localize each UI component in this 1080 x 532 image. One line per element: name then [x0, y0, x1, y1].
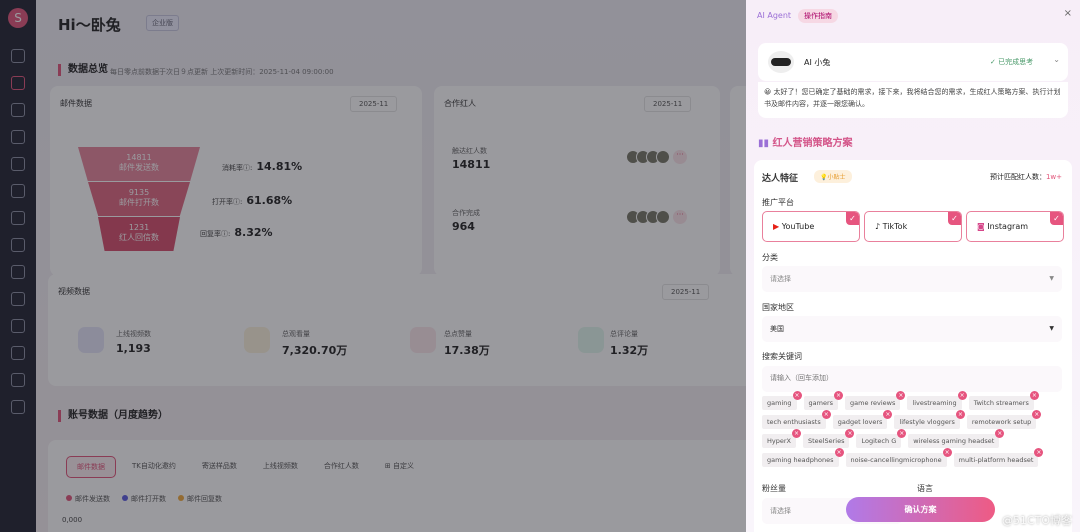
platform-youtube[interactable]: ▶ YouTube ✓: [762, 211, 860, 242]
robot-avatar: [768, 51, 794, 73]
keyword-tag: lifestyle vloggers ×: [894, 410, 965, 429]
chevron-down-icon[interactable]: ⌄: [1053, 55, 1060, 64]
remove-tag-icon[interactable]: ×: [995, 429, 1005, 438]
keyword-tag: gaming headphones ×: [762, 448, 844, 467]
followers-label: 粉丝量: [762, 484, 786, 493]
remove-tag-icon[interactable]: ×: [897, 429, 907, 438]
keyword-tag: remotework setup ×: [966, 410, 1042, 429]
remove-tag-icon[interactable]: ×: [957, 391, 967, 400]
keyword-tag: game reviews ×: [845, 391, 906, 410]
keyword-tag: SteelSeries ×: [803, 429, 855, 448]
platform-label: 推广平台: [762, 198, 794, 207]
platform-tiktok[interactable]: ♪ TikTok ✓: [864, 211, 962, 242]
watermark: @51CTO博客: [1001, 514, 1072, 527]
ai-agent-panel: AI Agent 操作指南 × AI 小兔 ✓ 已完成思考 ⌄ 😀 太好了！您已…: [746, 0, 1080, 532]
keyword-tag: multi-platform headset ×: [953, 448, 1044, 467]
language-label: 语言: [917, 484, 933, 493]
keyword-input[interactable]: [762, 366, 1062, 392]
remove-tag-icon[interactable]: ×: [792, 429, 801, 438]
remove-tag-icon[interactable]: ×: [1032, 410, 1042, 419]
remove-tag-icon[interactable]: ×: [834, 448, 844, 457]
keyword-tag: Twitch streamers ×: [968, 391, 1039, 410]
remove-tag-icon[interactable]: ×: [1034, 448, 1044, 457]
remove-tag-icon[interactable]: ×: [834, 391, 843, 400]
chart-icon: ▮▮: [758, 138, 773, 149]
check-icon: ✓: [846, 212, 859, 225]
keyword-tag: HyperX ×: [762, 429, 801, 448]
feature-card: 达人特征 💡小贴士 预计匹配红人数：1w+ 推广平台 ▶ YouTube ✓ ♪ …: [754, 160, 1072, 532]
remove-tag-icon[interactable]: ×: [896, 391, 906, 400]
keyword-tag: tech enthusiasts ×: [762, 410, 831, 429]
guide-button[interactable]: 操作指南: [798, 9, 838, 23]
confirm-plan-button[interactable]: 确认方案: [846, 497, 995, 522]
thinking-status: ✓ 已完成思考: [990, 58, 1034, 66]
estimate: 预计匹配红人数：1w+: [989, 173, 1062, 181]
keyword-tag: gamers ×: [803, 391, 843, 410]
check-icon: ✓: [1050, 212, 1063, 225]
remove-tag-icon[interactable]: ×: [821, 410, 831, 419]
tiktok-icon: ♪: [875, 222, 883, 231]
region-select[interactable]: 美国 ▼: [762, 316, 1062, 342]
ai-message: 😀 太好了！您已确定了基础的需求，接下来，我将结合您的需求，生成红人策略方案、执…: [758, 82, 1068, 118]
check-icon: ✓: [990, 58, 999, 66]
keyword-tag: wireless gaming headset ×: [908, 429, 1005, 448]
keyword-tags: gaming × gamers × game reviews × livestream…: [762, 391, 1062, 467]
keyword-tag: noise-cancellingmicrophone ×: [845, 448, 952, 467]
platform-instagram[interactable]: ◙ Instagram ✓: [966, 211, 1064, 242]
instagram-icon: ◙: [977, 222, 988, 231]
keyword-tag: gaming ×: [762, 391, 802, 410]
region-label: 国家地区: [762, 303, 794, 312]
ai-status-card: AI 小兔 ✓ 已完成思考 ⌄: [758, 43, 1068, 81]
keyword-tag: livestreaming ×: [907, 391, 967, 410]
category-label: 分类: [762, 253, 778, 262]
remove-tag-icon[interactable]: ×: [792, 391, 802, 400]
feature-title: 达人特征: [762, 174, 799, 184]
remove-tag-icon[interactable]: ×: [942, 448, 952, 457]
keyword-tag: gadget lovers ×: [832, 410, 893, 429]
category-select[interactable]: 请选择 ▼: [762, 266, 1062, 292]
remove-tag-icon[interactable]: ×: [883, 410, 893, 419]
remove-tag-icon[interactable]: ×: [955, 410, 965, 419]
panel-title: AI Agent: [757, 11, 792, 20]
check-icon: ✓: [948, 212, 961, 225]
plan-title: ▮▮ 红人营销策略方案: [758, 138, 853, 149]
close-icon[interactable]: ×: [1064, 8, 1072, 19]
remove-tag-icon[interactable]: ×: [845, 429, 855, 438]
youtube-icon: ▶: [773, 222, 782, 231]
remove-tag-icon[interactable]: ×: [1029, 391, 1039, 400]
ai-name: AI 小兔: [804, 58, 831, 67]
caret-down-icon: ▼: [1049, 325, 1054, 332]
keyword-tag: Logitech G ×: [856, 429, 907, 448]
modal-overlay[interactable]: [0, 0, 746, 532]
tip-badge[interactable]: 💡小贴士: [814, 170, 852, 183]
caret-down-icon: ▼: [1049, 275, 1054, 282]
keyword-label: 搜索关键词: [762, 352, 802, 361]
